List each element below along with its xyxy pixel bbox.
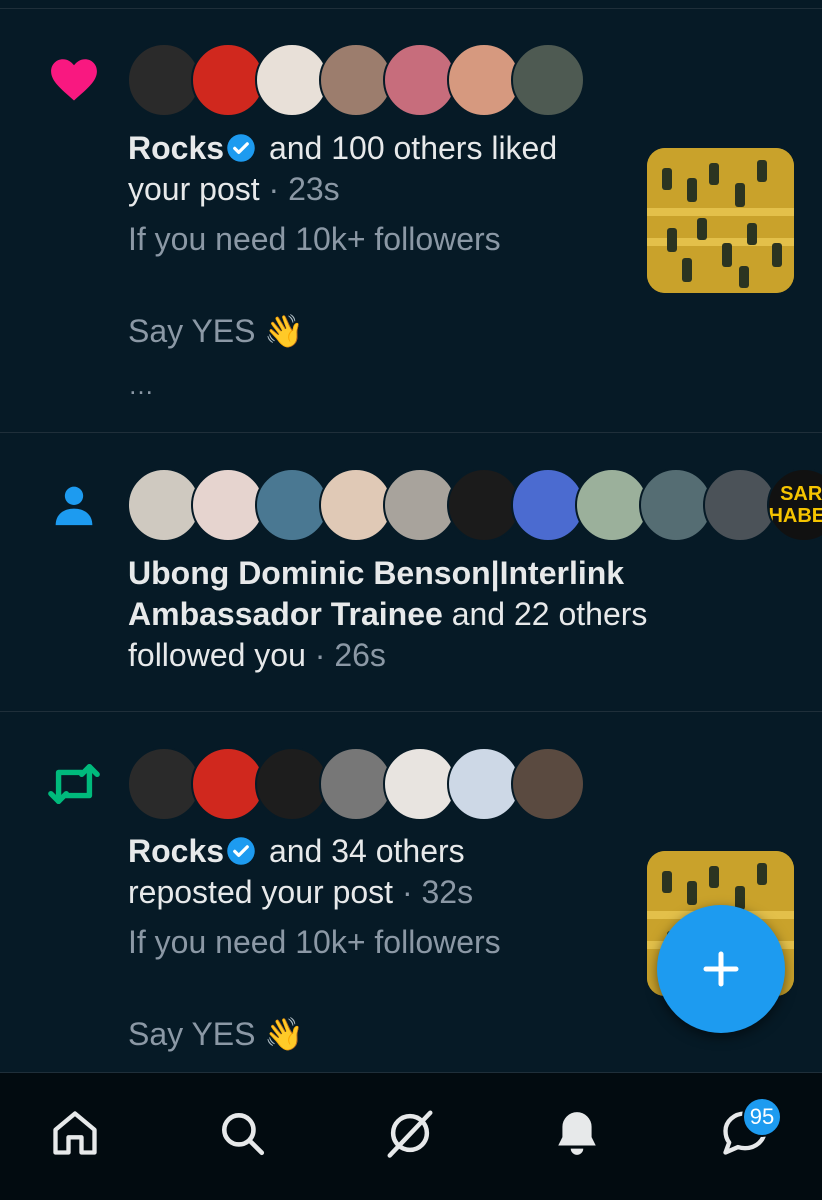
messages-unread-badge: 95: [742, 1097, 782, 1137]
avatar[interactable]: [127, 747, 201, 821]
avatar[interactable]: [319, 747, 393, 821]
verified-badge-icon: [226, 131, 256, 162]
post-snippet-2: Say YES 👋: [128, 313, 305, 349]
avatar[interactable]: [191, 468, 265, 542]
avatar[interactable]: [703, 468, 777, 542]
avatar[interactable]: [319, 43, 393, 117]
notification-text: Rocks and 100 others liked: [128, 130, 558, 166]
more-ellipsis: …: [128, 370, 154, 400]
avatar[interactable]: [191, 747, 265, 821]
verified-badge-icon: [226, 834, 256, 865]
avatar[interactable]: [511, 747, 585, 821]
notification-like[interactable]: Rocks and 100 others liked your post · 2…: [0, 9, 822, 433]
avatar[interactable]: [255, 43, 329, 117]
actor-name-cont[interactable]: Ambassador Trainee: [128, 596, 443, 632]
home-icon[interactable]: [45, 1103, 105, 1163]
avatar[interactable]: [383, 468, 457, 542]
reposter-avatars[interactable]: [127, 747, 585, 821]
notification-text-2: your post · 23s: [128, 171, 340, 207]
avatar[interactable]: [511, 43, 585, 117]
avatar[interactable]: [319, 468, 393, 542]
compose-button[interactable]: [657, 905, 785, 1033]
timestamp: · 32s: [393, 874, 474, 910]
post-snippet: If you need 10k+ followers: [128, 221, 501, 257]
grok-icon[interactable]: [380, 1103, 440, 1163]
avatar[interactable]: [255, 468, 329, 542]
notifications-bell-icon[interactable]: [547, 1103, 607, 1163]
follower-avatars[interactable]: SARI HABER: [127, 468, 822, 542]
avatar[interactable]: [127, 468, 201, 542]
post-snippet-2: Say YES 👋: [128, 1016, 305, 1052]
timestamp: · 26s: [305, 637, 386, 673]
person-icon: [46, 477, 102, 533]
avatar[interactable]: [383, 747, 457, 821]
avatar[interactable]: [127, 43, 201, 117]
bottom-tab-bar: [0, 1072, 822, 1200]
avatar-sari-haber[interactable]: SARI HABER: [767, 468, 822, 542]
notification-text: Rocks and 34 others: [128, 833, 465, 869]
notification-text-2: reposted your post · 32s: [128, 874, 474, 910]
avatar[interactable]: [575, 468, 649, 542]
search-icon[interactable]: [212, 1103, 272, 1163]
timestamp: · 23s: [259, 171, 340, 207]
notification-follow[interactable]: SARI HABER Ubong Dominic Benson|Interlin…: [0, 433, 822, 712]
actor-name[interactable]: Rocks: [128, 833, 224, 869]
post-snippet: If you need 10k+ followers: [128, 924, 501, 960]
avatar[interactable]: [255, 747, 329, 821]
post-thumbnail[interactable]: [647, 148, 794, 293]
avatar[interactable]: [447, 468, 521, 542]
avatar[interactable]: [383, 43, 457, 117]
heart-icon: [46, 51, 102, 107]
actor-name[interactable]: Rocks: [128, 130, 224, 166]
notification-text-2: followed you · 26s: [128, 637, 386, 673]
actor-name[interactable]: Ubong Dominic Benson|Interlink: [128, 552, 624, 594]
top-divider: [0, 0, 822, 9]
repost-icon: [46, 756, 102, 812]
avatar[interactable]: [447, 43, 521, 117]
avatar[interactable]: [191, 43, 265, 117]
avatar[interactable]: [447, 747, 521, 821]
avatar[interactable]: [639, 468, 713, 542]
notification-text: Ambassador Trainee and 22 others: [128, 596, 648, 632]
liker-avatars[interactable]: [127, 43, 585, 117]
avatar[interactable]: [511, 468, 585, 542]
compose-plus-icon: [703, 951, 739, 987]
